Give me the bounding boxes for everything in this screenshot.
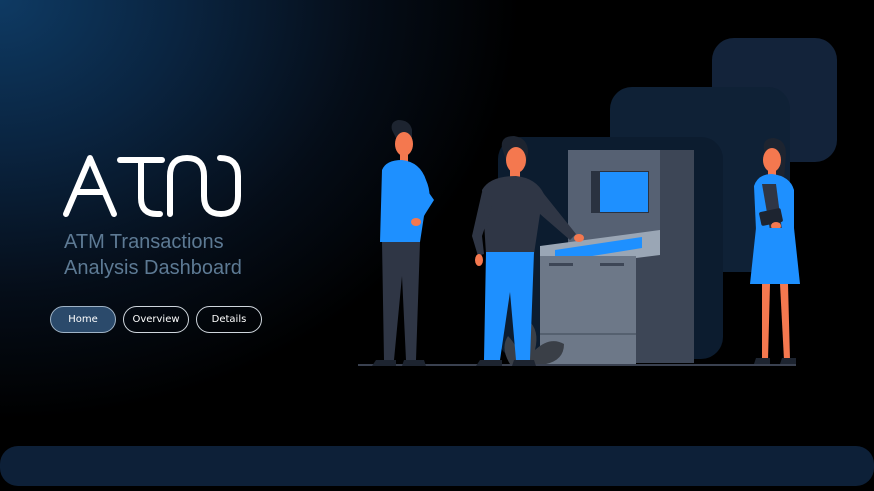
subtitle-line-2: Analysis Dashboard [64,257,242,279]
footer-bar [0,446,874,486]
man-left-icon [372,120,434,366]
nav-buttons: Home Overview Details [50,306,262,333]
subtitle-line-1: ATM Transactions [64,231,224,253]
atm-logo: ATM [63,155,241,217]
atm-illustration [358,38,837,366]
overview-button[interactable]: Overview [123,306,189,333]
home-button[interactable]: Home [50,306,116,333]
details-button[interactable]: Details [196,306,262,333]
app-subtitle: ATM Transactions Analysis Dashboard [64,229,324,281]
